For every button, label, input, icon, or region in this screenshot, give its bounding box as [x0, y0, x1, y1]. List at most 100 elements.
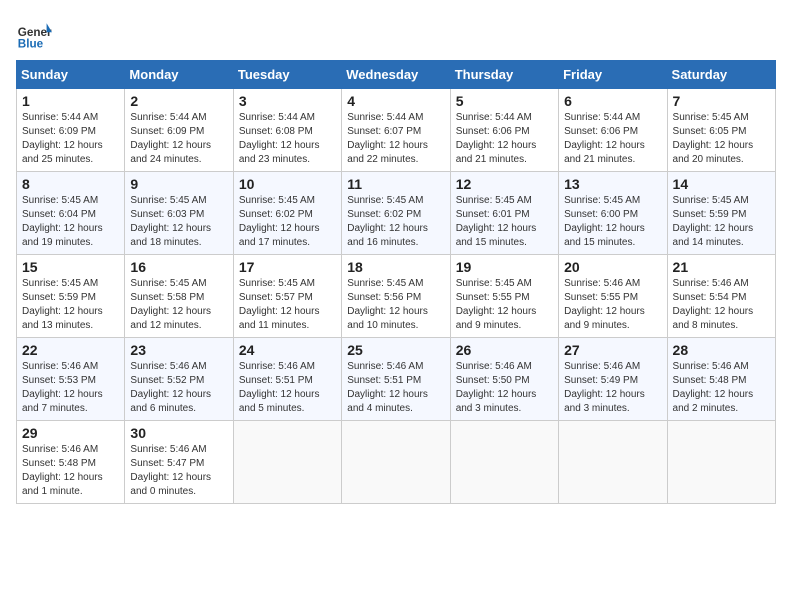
- calendar-cell: 4 Sunrise: 5:44 AMSunset: 6:07 PMDaylight…: [342, 89, 450, 172]
- weekday-header-cell: Tuesday: [233, 61, 341, 89]
- day-info: Sunrise: 5:44 AMSunset: 6:09 PMDaylight:…: [22, 112, 103, 165]
- calendar-cell: [559, 421, 667, 504]
- weekday-header-cell: Thursday: [450, 61, 558, 89]
- day-info: Sunrise: 5:46 AMSunset: 5:54 PMDaylight:…: [673, 278, 754, 331]
- calendar-cell: 5 Sunrise: 5:44 AMSunset: 6:06 PMDaylight…: [450, 89, 558, 172]
- day-info: Sunrise: 5:44 AMSunset: 6:07 PMDaylight:…: [347, 112, 428, 165]
- day-number: 25: [347, 342, 444, 358]
- calendar-week-row: 29Sunrise: 5:46 AMSunset: 5:48 PMDayligh…: [17, 421, 776, 504]
- calendar-cell: 11 Sunrise: 5:45 AMSunset: 6:02 PMDayligh…: [342, 172, 450, 255]
- calendar-cell: 14 Sunrise: 5:45 AMSunset: 5:59 PMDayligh…: [667, 172, 775, 255]
- day-info: Sunrise: 5:45 AMSunset: 6:00 PMDaylight:…: [564, 195, 645, 248]
- day-number: 14: [673, 176, 770, 192]
- day-number: 2: [130, 93, 227, 109]
- calendar-cell: 22 Sunrise: 5:46 AMSunset: 5:53 PMDayligh…: [17, 338, 125, 421]
- day-number: 27: [564, 342, 661, 358]
- calendar-cell: 12 Sunrise: 5:45 AMSunset: 6:01 PMDayligh…: [450, 172, 558, 255]
- calendar-cell: 16 Sunrise: 5:45 AMSunset: 5:58 PMDayligh…: [125, 255, 233, 338]
- calendar-cell: 13Sunrise: 5:45 AMSunset: 6:00 PMDayligh…: [559, 172, 667, 255]
- calendar-cell: 24 Sunrise: 5:46 AMSunset: 5:51 PMDayligh…: [233, 338, 341, 421]
- weekday-header-cell: Saturday: [667, 61, 775, 89]
- calendar-week-row: 22 Sunrise: 5:46 AMSunset: 5:53 PMDayligh…: [17, 338, 776, 421]
- day-info: Sunrise: 5:45 AMSunset: 5:55 PMDaylight:…: [456, 278, 537, 331]
- day-number: 6: [564, 93, 661, 109]
- day-number: 26: [456, 342, 553, 358]
- day-info: Sunrise: 5:46 AMSunset: 5:48 PMDaylight:…: [673, 361, 754, 414]
- day-info: Sunrise: 5:45 AMSunset: 6:01 PMDaylight:…: [456, 195, 537, 248]
- weekday-header-cell: Wednesday: [342, 61, 450, 89]
- calendar-cell: 28Sunrise: 5:46 AMSunset: 5:48 PMDayligh…: [667, 338, 775, 421]
- calendar-cell: 7Sunrise: 5:45 AMSunset: 6:05 PMDaylight…: [667, 89, 775, 172]
- day-number: 5: [456, 93, 553, 109]
- page-header: General Blue: [16, 16, 776, 52]
- day-info: Sunrise: 5:44 AMSunset: 6:06 PMDaylight:…: [564, 112, 645, 165]
- day-info: Sunrise: 5:46 AMSunset: 5:50 PMDaylight:…: [456, 361, 537, 414]
- calendar-cell: 10Sunrise: 5:45 AMSunset: 6:02 PMDayligh…: [233, 172, 341, 255]
- day-info: Sunrise: 5:44 AMSunset: 6:06 PMDaylight:…: [456, 112, 537, 165]
- calendar-cell: 26 Sunrise: 5:46 AMSunset: 5:50 PMDayligh…: [450, 338, 558, 421]
- day-number: 21: [673, 259, 770, 275]
- calendar-cell: 15 Sunrise: 5:45 AMSunset: 5:59 PMDayligh…: [17, 255, 125, 338]
- day-info: Sunrise: 5:45 AMSunset: 5:59 PMDaylight:…: [673, 195, 754, 248]
- calendar-cell: 27 Sunrise: 5:46 AMSunset: 5:49 PMDayligh…: [559, 338, 667, 421]
- day-info: Sunrise: 5:45 AMSunset: 6:05 PMDaylight:…: [673, 112, 754, 165]
- weekday-header-cell: Sunday: [17, 61, 125, 89]
- calendar-cell: 17 Sunrise: 5:45 AMSunset: 5:57 PMDayligh…: [233, 255, 341, 338]
- day-info: Sunrise: 5:46 AMSunset: 5:49 PMDaylight:…: [564, 361, 645, 414]
- weekday-header-cell: Monday: [125, 61, 233, 89]
- calendar-cell: 21 Sunrise: 5:46 AMSunset: 5:54 PMDayligh…: [667, 255, 775, 338]
- day-number: 16: [130, 259, 227, 275]
- day-info: Sunrise: 5:46 AMSunset: 5:47 PMDaylight:…: [130, 444, 211, 497]
- day-number: 11: [347, 176, 444, 192]
- day-number: 1: [22, 93, 119, 109]
- day-info: Sunrise: 5:46 AMSunset: 5:51 PMDaylight:…: [347, 361, 428, 414]
- day-number: 17: [239, 259, 336, 275]
- day-info: Sunrise: 5:44 AMSunset: 6:08 PMDaylight:…: [239, 112, 320, 165]
- day-info: Sunrise: 5:45 AMSunset: 5:58 PMDaylight:…: [130, 278, 211, 331]
- day-number: 15: [22, 259, 119, 275]
- day-number: 19: [456, 259, 553, 275]
- calendar-cell: 1 Sunrise: 5:44 AMSunset: 6:09 PMDaylight…: [17, 89, 125, 172]
- day-info: Sunrise: 5:46 AMSunset: 5:53 PMDaylight:…: [22, 361, 103, 414]
- day-info: Sunrise: 5:44 AMSunset: 6:09 PMDaylight:…: [130, 112, 211, 165]
- calendar-cell: [667, 421, 775, 504]
- calendar-cell: 19 Sunrise: 5:45 AMSunset: 5:55 PMDayligh…: [450, 255, 558, 338]
- day-info: Sunrise: 5:46 AMSunset: 5:52 PMDaylight:…: [130, 361, 211, 414]
- weekday-header-cell: Friday: [559, 61, 667, 89]
- day-info: Sunrise: 5:45 AMSunset: 5:57 PMDaylight:…: [239, 278, 320, 331]
- day-number: 22: [22, 342, 119, 358]
- day-number: 12: [456, 176, 553, 192]
- calendar-cell: 3 Sunrise: 5:44 AMSunset: 6:08 PMDaylight…: [233, 89, 341, 172]
- day-info: Sunrise: 5:46 AMSunset: 5:51 PMDaylight:…: [239, 361, 320, 414]
- calendar-cell: 18Sunrise: 5:45 AMSunset: 5:56 PMDayligh…: [342, 255, 450, 338]
- calendar-week-row: 15 Sunrise: 5:45 AMSunset: 5:59 PMDayligh…: [17, 255, 776, 338]
- day-number: 4: [347, 93, 444, 109]
- day-number: 3: [239, 93, 336, 109]
- day-number: 30: [130, 425, 227, 441]
- day-number: 18: [347, 259, 444, 275]
- logo-icon: General Blue: [16, 16, 52, 52]
- day-number: 9: [130, 176, 227, 192]
- calendar-week-row: 1 Sunrise: 5:44 AMSunset: 6:09 PMDaylight…: [17, 89, 776, 172]
- day-info: Sunrise: 5:45 AMSunset: 6:04 PMDaylight:…: [22, 195, 103, 248]
- calendar-week-row: 8 Sunrise: 5:45 AMSunset: 6:04 PMDaylight…: [17, 172, 776, 255]
- day-number: 23: [130, 342, 227, 358]
- day-number: 8: [22, 176, 119, 192]
- calendar-cell: 6 Sunrise: 5:44 AMSunset: 6:06 PMDaylight…: [559, 89, 667, 172]
- calendar-cell: 8 Sunrise: 5:45 AMSunset: 6:04 PMDaylight…: [17, 172, 125, 255]
- calendar-table: SundayMondayTuesdayWednesdayThursdayFrid…: [16, 60, 776, 504]
- day-info: Sunrise: 5:45 AMSunset: 6:02 PMDaylight:…: [347, 195, 428, 248]
- day-info: Sunrise: 5:46 AMSunset: 5:55 PMDaylight:…: [564, 278, 645, 331]
- calendar-cell: 2 Sunrise: 5:44 AMSunset: 6:09 PMDaylight…: [125, 89, 233, 172]
- calendar-cell: 29Sunrise: 5:46 AMSunset: 5:48 PMDayligh…: [17, 421, 125, 504]
- day-number: 29: [22, 425, 119, 441]
- day-info: Sunrise: 5:45 AMSunset: 5:59 PMDaylight:…: [22, 278, 103, 331]
- weekday-header-row: SundayMondayTuesdayWednesdayThursdayFrid…: [17, 61, 776, 89]
- calendar-cell: 25 Sunrise: 5:46 AMSunset: 5:51 PMDayligh…: [342, 338, 450, 421]
- day-number: 20: [564, 259, 661, 275]
- day-info: Sunrise: 5:45 AMSunset: 6:02 PMDaylight:…: [239, 195, 320, 248]
- calendar-cell: [450, 421, 558, 504]
- calendar-cell: [233, 421, 341, 504]
- calendar-cell: 20 Sunrise: 5:46 AMSunset: 5:55 PMDayligh…: [559, 255, 667, 338]
- day-number: 24: [239, 342, 336, 358]
